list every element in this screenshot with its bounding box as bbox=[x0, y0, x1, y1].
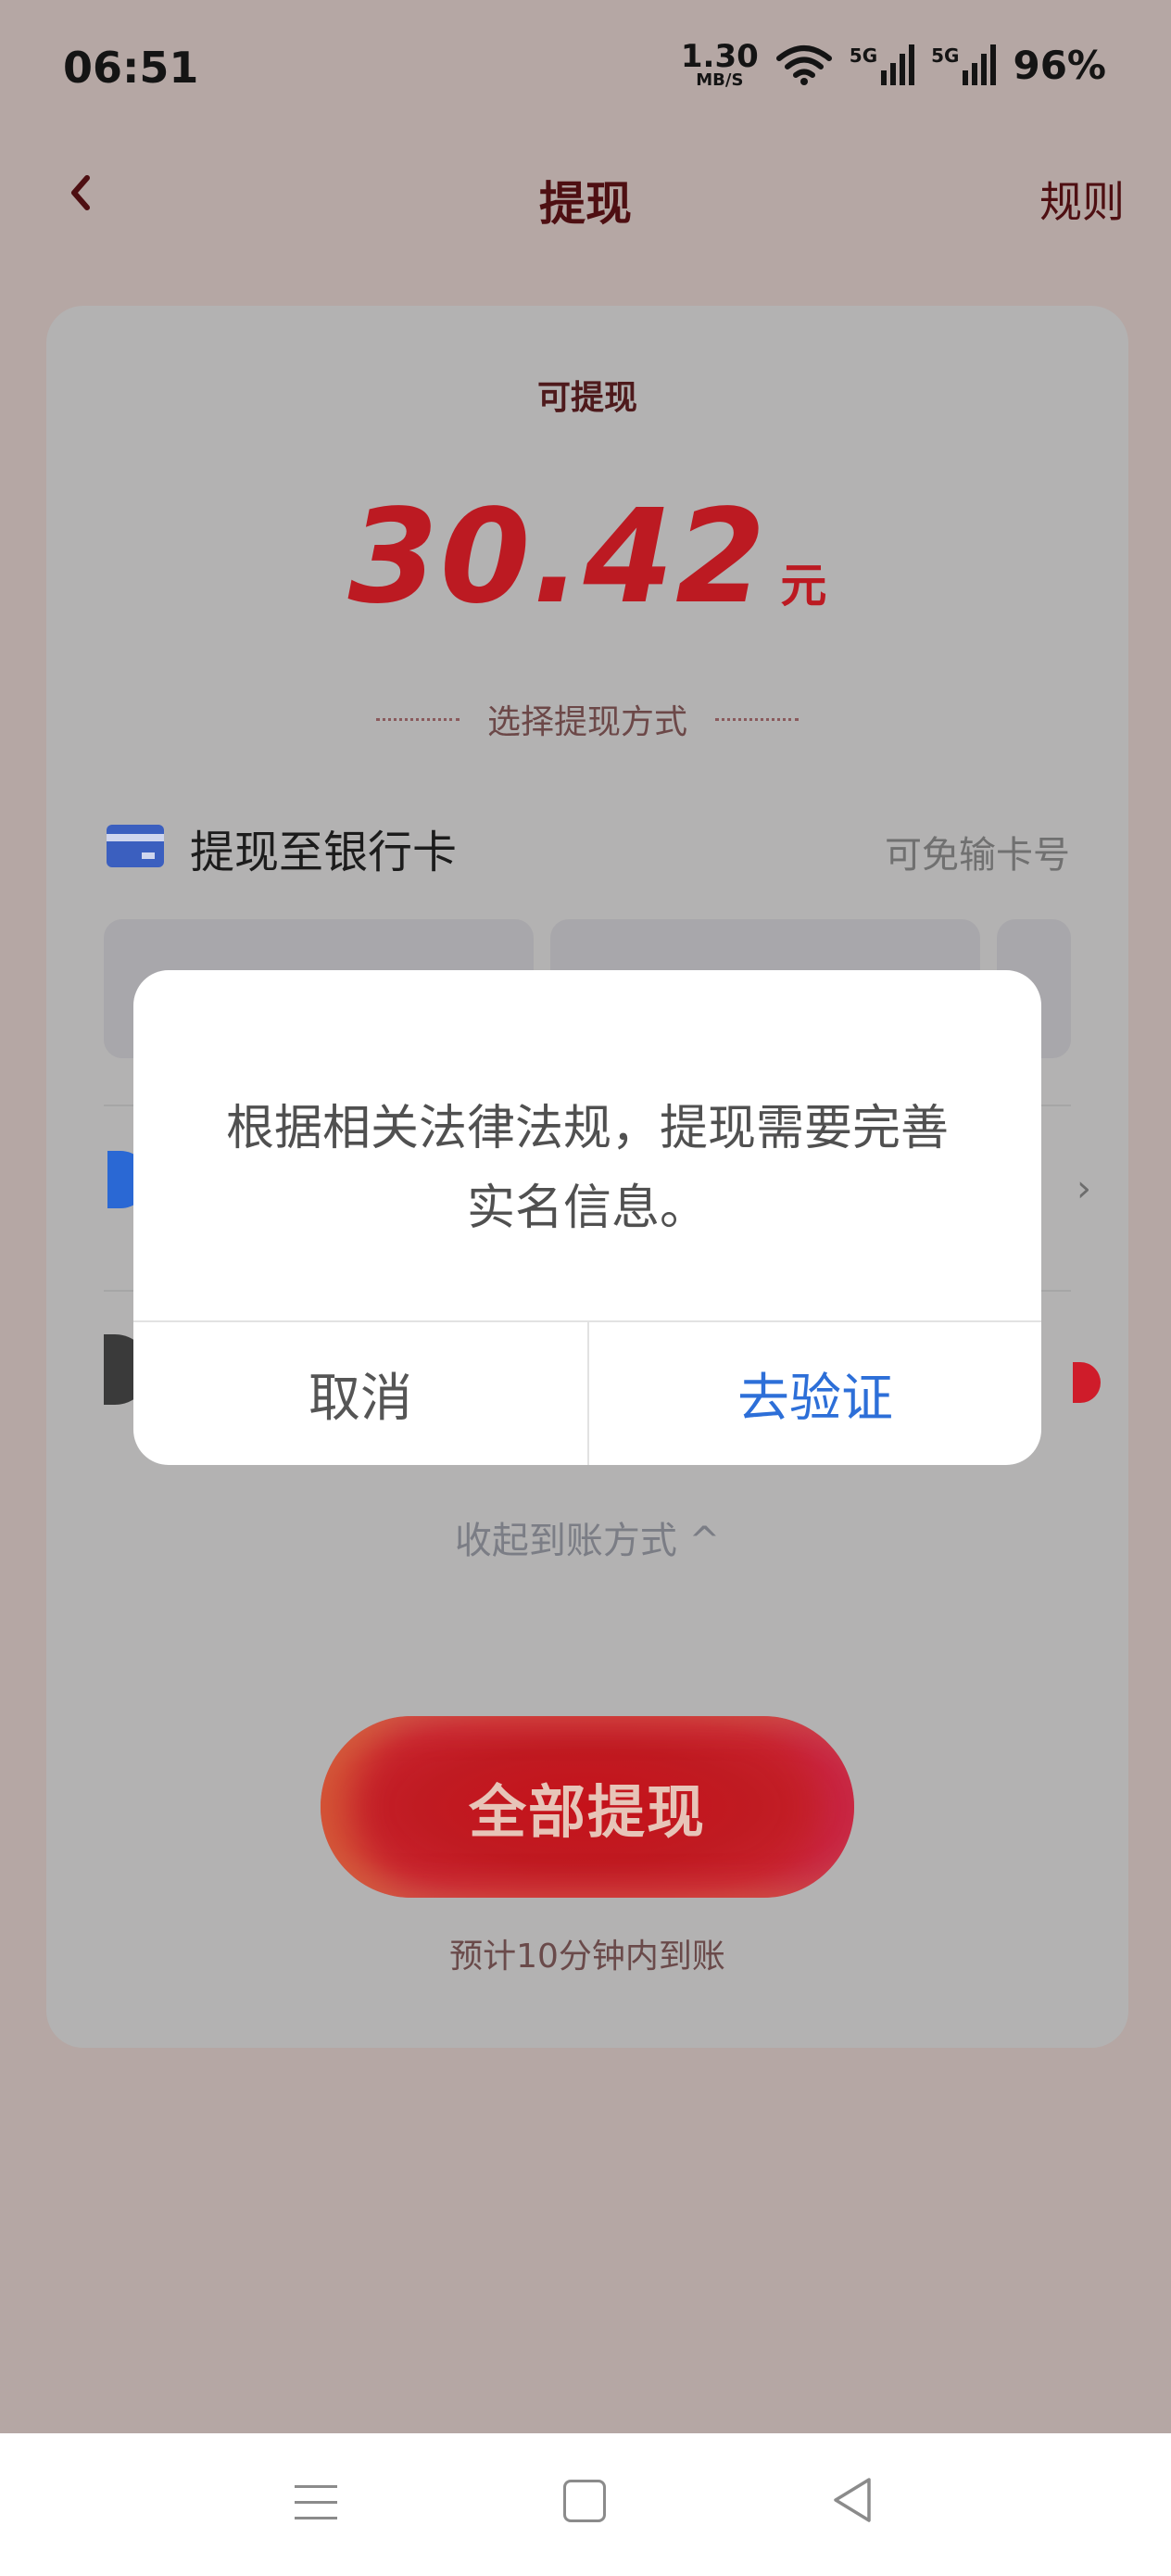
wifi-icon bbox=[775, 45, 832, 85]
chevron-right-icon[interactable]: › bbox=[1077, 1168, 1091, 1210]
signal-2-label: 5G bbox=[931, 44, 960, 67]
signal-1: 5G bbox=[849, 44, 915, 85]
battery-level: 96% bbox=[1013, 42, 1106, 88]
rules-link[interactable]: 规则 bbox=[1039, 169, 1125, 230]
method-label: 选择提现方式 bbox=[486, 703, 687, 741]
withdraw-all-button[interactable]: 全部提现 bbox=[321, 1716, 854, 1898]
system-nav-bar bbox=[0, 2433, 1171, 2576]
status-time: 06:51 bbox=[63, 43, 199, 93]
nav-bar: 提现 规则 bbox=[0, 148, 1171, 241]
signal-2: 5G bbox=[931, 44, 997, 85]
verify-button[interactable]: 去验证 bbox=[589, 1322, 1041, 1465]
red-badge bbox=[1073, 1362, 1101, 1403]
balance-amount: 30.42 bbox=[347, 482, 768, 633]
status-icons: 1.30 MB/S 5G 5G 96% bbox=[681, 41, 1106, 89]
balance-unit: 元 bbox=[780, 559, 827, 612]
net-speed-unit: MB/S bbox=[696, 70, 744, 90]
bank-card-option[interactable]: 提现至银行卡 可免输卡号 bbox=[107, 815, 1070, 880]
divider-right bbox=[715, 717, 799, 721]
cancel-button[interactable]: 取消 bbox=[133, 1322, 587, 1465]
home-icon[interactable] bbox=[563, 2480, 606, 2522]
signal-bars-icon bbox=[963, 44, 997, 85]
status-bar: 06:51 1.30 MB/S 5G 5G 96% bbox=[0, 0, 1171, 139]
back-triangle-icon[interactable] bbox=[828, 2474, 875, 2526]
divider-left bbox=[375, 717, 460, 721]
bank-option-hint: 可免输卡号 bbox=[885, 834, 1070, 877]
menu-icon[interactable] bbox=[295, 2485, 337, 2522]
signal-bars-icon bbox=[881, 44, 915, 85]
bank-option-title: 提现至银行卡 bbox=[190, 827, 458, 878]
method-heading: 选择提现方式 bbox=[46, 695, 1128, 743]
balance-amount-row: 30.42 元 bbox=[46, 482, 1128, 633]
signal-1-label: 5G bbox=[849, 44, 878, 67]
withdraw-all-label: 全部提现 bbox=[468, 1781, 706, 1845]
dialog-message: 根据相关法律法规，提现需要完善实名信息。 bbox=[225, 1101, 949, 1236]
page-title: 提现 bbox=[539, 177, 632, 231]
available-label: 可提现 bbox=[536, 379, 637, 417]
arrival-eta: 预计10分钟内到账 bbox=[449, 1938, 725, 1976]
bank-card-icon bbox=[107, 825, 164, 867]
verify-dialog: 根据相关法律法规，提现需要完善实名信息。 取消 去验证 bbox=[133, 970, 1041, 1465]
net-speed: 1.30 MB/S bbox=[681, 41, 759, 89]
collapse-methods-link[interactable]: 收起到账方式 ^ bbox=[46, 1510, 1128, 1564]
net-speed-value: 1.30 bbox=[680, 38, 759, 75]
